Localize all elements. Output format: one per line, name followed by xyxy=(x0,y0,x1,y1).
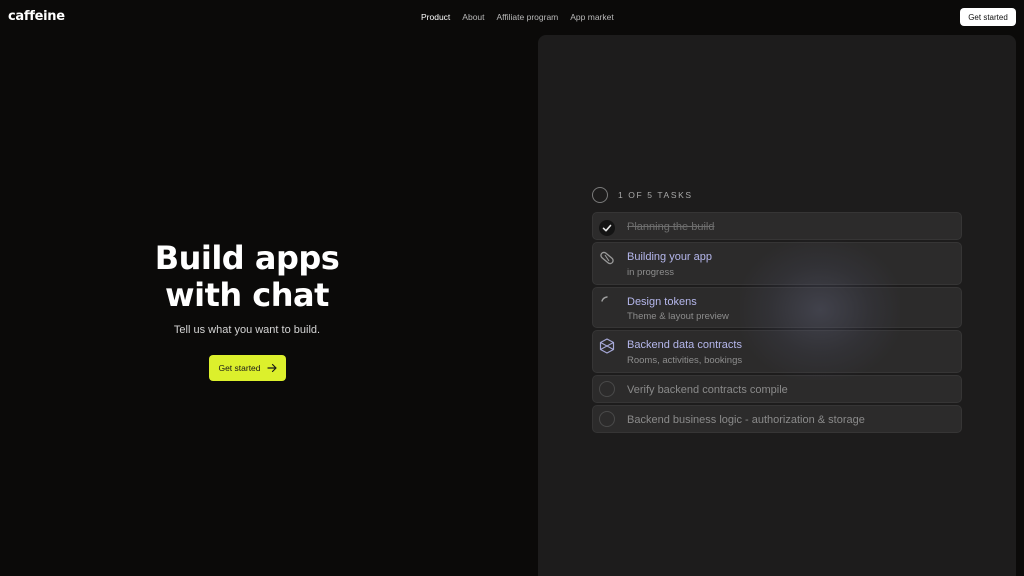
nav-affiliate-program-link[interactable]: Affiliate program xyxy=(497,12,559,22)
task-item-verify-contracts: Verify backend contracts compile xyxy=(592,375,962,403)
hero-get-started-label: Get started xyxy=(218,363,261,373)
task-title: Verify backend contracts compile xyxy=(627,384,788,396)
box-icon xyxy=(599,338,615,354)
task-item-building-app: Building your app in progress xyxy=(592,242,962,285)
task-title: Planning the build xyxy=(627,221,715,233)
caffeine-logo[interactable]: caffeine xyxy=(8,9,65,24)
task-subtitle: Theme & layout preview xyxy=(627,311,729,322)
task-title: Design tokens xyxy=(627,296,697,308)
task-subtitle: Rooms, activities, bookings xyxy=(627,355,743,366)
arrow-right-icon xyxy=(266,363,277,373)
hero-title-line-2: with chat xyxy=(165,276,329,314)
nav-about-link[interactable]: About xyxy=(462,12,484,22)
tasks-progress-header: 1 OF 5 TASKS xyxy=(592,187,693,203)
header-get-started-button[interactable]: Get started xyxy=(960,8,1016,26)
check-icon xyxy=(599,220,615,236)
task-item-backend-data-contracts: Backend data contracts Rooms, activities… xyxy=(592,330,962,373)
pill-icon xyxy=(600,251,614,265)
empty-circle-icon xyxy=(599,411,615,427)
hero-get-started-button[interactable]: Get started xyxy=(209,355,286,381)
nav-product-link[interactable]: Product xyxy=(421,12,450,22)
progress-circle-icon xyxy=(592,187,608,203)
task-title: Backend business logic - authorization &… xyxy=(627,414,865,426)
task-item-business-logic: Backend business logic - authorization &… xyxy=(592,405,962,433)
spinner-icon xyxy=(601,296,608,302)
task-item-planning: Planning the build xyxy=(592,212,962,240)
top-nav-bar: caffeine Product About Affiliate program… xyxy=(0,0,1024,34)
task-subtitle: in progress xyxy=(627,267,674,278)
task-item-design-tokens: Design tokens Theme & layout preview xyxy=(592,287,962,328)
task-title: Backend data contracts xyxy=(627,339,742,351)
hero-title-line-1: Build apps xyxy=(154,239,340,277)
task-title: Building your app xyxy=(627,251,713,263)
hero-subtitle: Tell us what you want to build. xyxy=(173,324,321,336)
empty-circle-icon xyxy=(599,381,615,397)
hero-title: Build apps with chat xyxy=(110,240,384,314)
nav-app-market-link[interactable]: App market xyxy=(570,12,613,22)
main-nav: Product About Affiliate program App mark… xyxy=(421,12,626,22)
tasks-progress-label: 1 OF 5 TASKS xyxy=(618,190,693,200)
